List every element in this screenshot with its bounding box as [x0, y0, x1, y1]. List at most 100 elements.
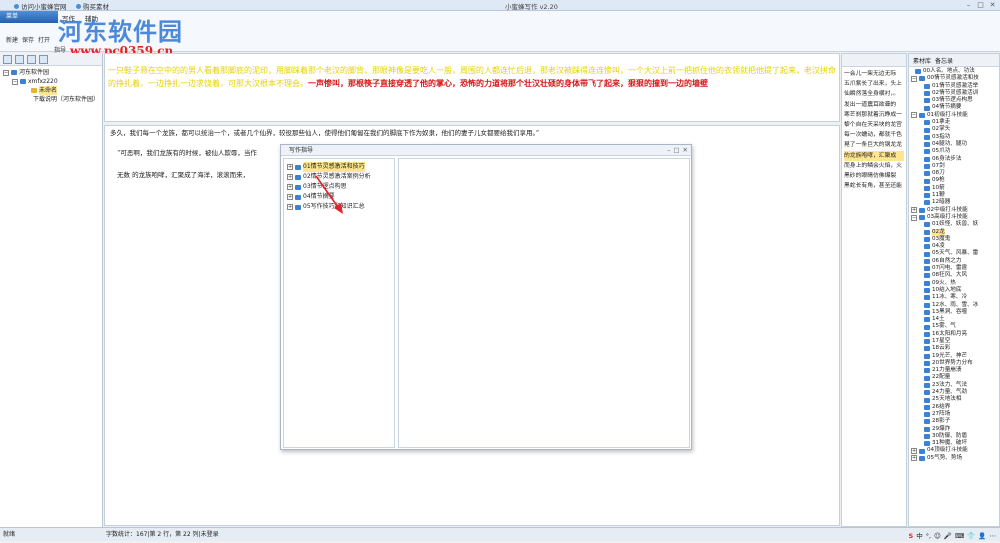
material-tree-item[interactable]: 22配量: [911, 374, 997, 381]
material-tree-item[interactable]: − 00情节灵感激活和技: [911, 75, 997, 82]
visit-website-link[interactable]: 访问小蜜蜂官网: [14, 1, 67, 11]
open-doc-icon[interactable]: [15, 55, 24, 64]
edit-doc-icon[interactable]: [27, 55, 36, 64]
material-tree-item[interactable]: 25天地法相: [911, 396, 997, 403]
material-tree-item[interactable]: 03指功: [911, 134, 997, 141]
material-tree-item[interactable]: 03魔鬼: [911, 236, 997, 243]
material-tree-label: 09枪: [932, 177, 945, 184]
expand-icon[interactable]: +: [287, 164, 293, 170]
expand-icon[interactable]: +: [287, 194, 293, 200]
material-tree-item[interactable]: 02龙: [911, 228, 997, 236]
tree-node-untitled[interactable]: 未命名: [3, 86, 99, 95]
preview-line: 而身上的鳞会火焰，火: [844, 162, 902, 169]
close-icon[interactable]: ✕: [683, 145, 688, 156]
material-tree-item[interactable]: 18云彩: [911, 345, 997, 352]
material-tree-item[interactable]: 02掌头: [911, 126, 997, 133]
material-tree-item[interactable]: 23法力、气法: [911, 382, 997, 389]
reference-text-pane[interactable]: 一只鞋子悬在空中的的男人看着那脚底的泥印，用脚踩着那个老汉的脚背，那眼神像是要吃…: [104, 53, 840, 122]
title-bar: 访问小蜜蜂官网 购买素材 小蜜蜂写作 v2.20 – □ ✕: [0, 0, 1000, 11]
save-button[interactable]: 保存: [22, 35, 34, 44]
folder-icon: [915, 69, 921, 75]
material-tree-item[interactable]: 07剑: [911, 163, 997, 170]
material-preview-pane[interactable]: 一会儿一柴无边无际 五爪紫长了出来，头上 仙瞬然落全身横衬，。 发出一道震耳欲聋…: [841, 53, 907, 527]
expand-icon[interactable]: +: [911, 448, 917, 455]
material-tree-item[interactable]: 28影子: [911, 418, 997, 425]
material-tree-item[interactable]: 01情节灵感激活举: [911, 83, 997, 90]
material-tree-item[interactable]: 11冰、寒、冷: [911, 294, 997, 301]
material-tree-item[interactable]: − 01初级打斗技能: [911, 112, 997, 119]
material-tree-item[interactable]: 29爆炸: [911, 426, 997, 433]
material-tree-item[interactable]: 17星空: [911, 338, 997, 345]
expand-icon[interactable]: −: [911, 214, 917, 221]
material-tree-item[interactable]: 06自然之力: [911, 258, 997, 265]
ime-chinese-icon[interactable]: 中: [916, 530, 923, 543]
collapse-icon[interactable]: −: [12, 78, 18, 85]
ime-voice-icon[interactable]: 🎤: [944, 530, 952, 543]
material-tree-item[interactable]: 26结界: [911, 404, 997, 411]
ime-more-icon[interactable]: ⋯: [990, 530, 997, 543]
expand-icon[interactable]: +: [911, 207, 917, 214]
material-tree-item[interactable]: 15雾、气: [911, 323, 997, 330]
material-tree-item[interactable]: 10箭: [911, 185, 997, 192]
tree-node-root[interactable]: − 河东软件园: [3, 68, 99, 77]
material-tree-item[interactable]: 08刀: [911, 170, 997, 177]
expand-icon[interactable]: −: [911, 112, 917, 119]
material-tree-item[interactable]: 08狂风、大风: [911, 272, 997, 279]
material-tree-item[interactable]: 27阵场: [911, 411, 997, 418]
delete-doc-icon[interactable]: [39, 55, 48, 64]
material-tree-item[interactable]: 09火、热: [911, 280, 997, 287]
maximize-icon[interactable]: □: [673, 145, 679, 156]
ime-punct-icon[interactable]: °,: [926, 530, 931, 543]
app-menu-button[interactable]: 菜单: [0, 11, 58, 23]
ime-logo-icon[interactable]: S: [909, 530, 914, 543]
material-tree-item[interactable]: 21力量崩溃: [911, 367, 997, 374]
minimize-icon[interactable]: –: [964, 1, 973, 9]
material-tree-item[interactable]: 05天气、风暴、雷: [911, 250, 997, 257]
material-tree-item[interactable]: 11鞭: [911, 192, 997, 199]
guide-content[interactable]: [398, 158, 690, 448]
ime-toolbar: S 中 °, ☺ 🎤 ⌨ 👕 👤 ⋯: [909, 530, 996, 543]
close-icon[interactable]: ✕: [988, 1, 997, 9]
buy-material-link[interactable]: 购买素材: [76, 1, 109, 11]
material-tree-item[interactable]: 09枪: [911, 177, 997, 184]
expand-icon[interactable]: +: [911, 455, 917, 462]
material-tree-item[interactable]: 16太阳和月亮: [911, 331, 997, 338]
ime-keyboard-icon[interactable]: ⌨: [955, 530, 964, 543]
guide-item[interactable]: +01情节灵感激活和技巧: [287, 162, 391, 172]
material-tree-item[interactable]: 06身法步法: [911, 156, 997, 163]
tab-material-library[interactable]: 素材库: [913, 56, 931, 65]
new-doc-icon[interactable]: [3, 55, 12, 64]
expand-icon[interactable]: +: [287, 174, 293, 180]
minimize-icon[interactable]: –: [667, 145, 670, 156]
status-ready: 就绪: [3, 531, 16, 538]
tree-node-book[interactable]: − xmfxz220: [3, 77, 99, 86]
material-tree-item[interactable]: 12水、雨、雪、冰: [911, 302, 997, 309]
preview-line: 一会儿一柴无边无际: [844, 71, 897, 77]
material-tree-item[interactable]: 04腿功、腿功: [911, 141, 997, 148]
new-button[interactable]: 新建: [6, 35, 18, 44]
expand-icon[interactable]: −: [911, 75, 917, 82]
material-tree-item[interactable]: +02中级打斗技能: [911, 207, 997, 214]
material-tree-item[interactable]: 12暗器: [911, 199, 997, 206]
collapse-icon[interactable]: −: [3, 69, 9, 76]
material-tree-item[interactable]: 05爪功: [911, 148, 997, 155]
expand-icon[interactable]: +: [287, 184, 293, 190]
material-tree-item[interactable]: 01拿走: [911, 119, 997, 126]
material-tree-label: 05气势、势场: [927, 454, 963, 461]
ime-emoji-icon[interactable]: ☺: [934, 530, 941, 543]
tab-memo[interactable]: 备忘录: [935, 56, 953, 65]
folder-icon: [295, 194, 301, 200]
material-tree-item[interactable]: +04顶级打斗技能: [911, 447, 997, 455]
expand-icon[interactable]: +: [287, 204, 293, 210]
maximize-icon[interactable]: □: [976, 1, 985, 9]
material-tree-item[interactable]: +05气势、势场: [911, 455, 997, 462]
material-tree-item[interactable]: 19光芒、神芒: [911, 353, 997, 360]
dialog-title-bar[interactable]: 写作指导 – □ ✕: [281, 145, 691, 156]
ime-skin-icon[interactable]: 👕: [967, 530, 975, 543]
open-button[interactable]: 打开: [38, 35, 50, 44]
material-tree-item[interactable]: 04情节摘要: [911, 104, 997, 111]
ime-user-icon[interactable]: 👤: [978, 530, 986, 543]
material-tree-item[interactable]: 01妖怪、妖兽、妖: [911, 221, 997, 228]
tree-node-readme[interactable]: 下载说明（河东软件园）: [3, 95, 99, 104]
material-tree-item[interactable]: 13黑洞、吞噬: [911, 309, 997, 316]
